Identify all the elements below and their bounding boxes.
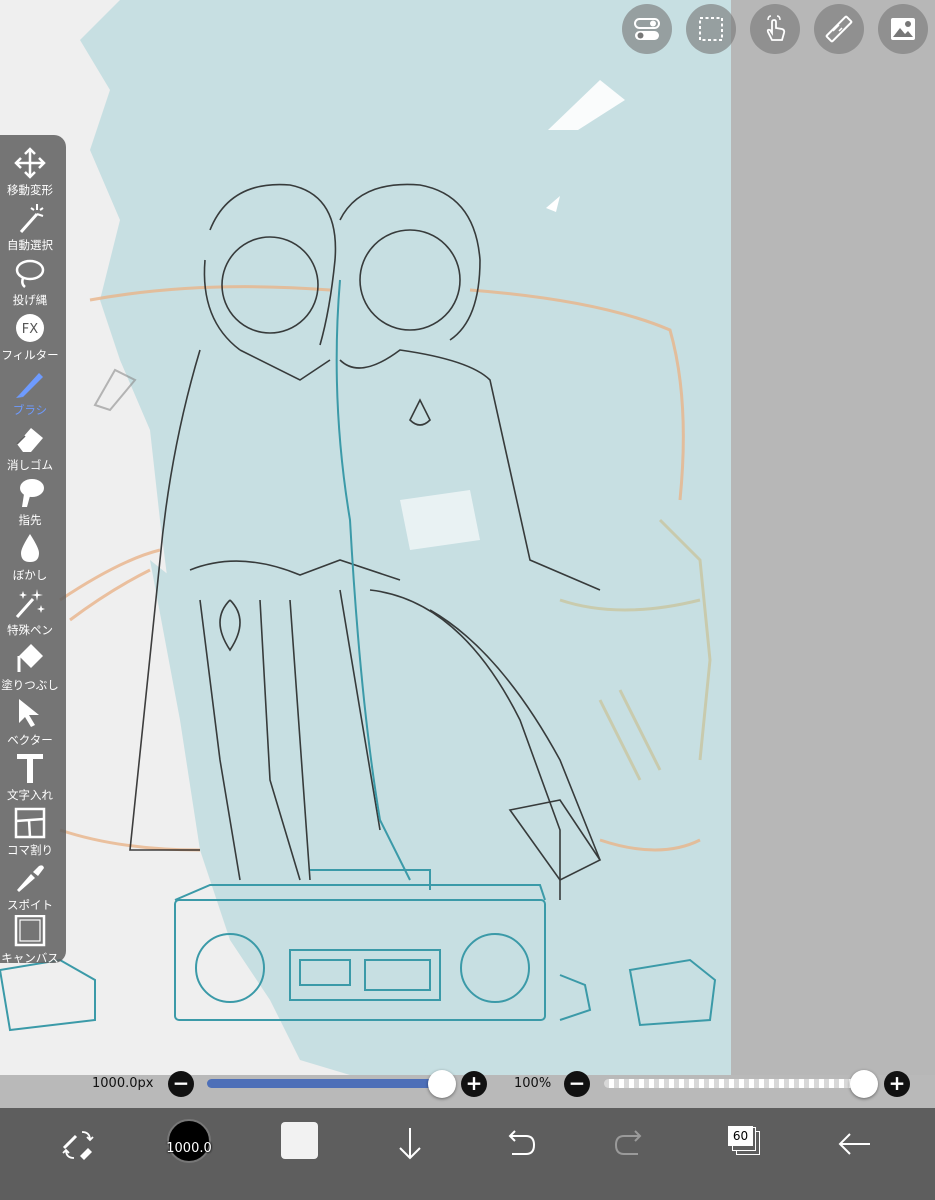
tool-eraser[interactable]: 消しゴム xyxy=(0,420,60,474)
tool-label: ベクター xyxy=(7,733,53,747)
touch-gesture-icon xyxy=(766,15,786,41)
frame-divide-icon xyxy=(14,807,46,839)
tool-special-pen[interactable]: 特殊ペン xyxy=(0,585,60,639)
tool-label: 投げ縄 xyxy=(12,293,48,307)
tool-blur[interactable]: ぼかし xyxy=(0,530,60,584)
canvas-icon xyxy=(14,915,46,947)
layer-count: 60 xyxy=(728,1126,753,1146)
opacity-label: 100% xyxy=(514,1076,552,1091)
redo-button[interactable] xyxy=(608,1122,652,1166)
tool-label: スポイト xyxy=(7,898,53,912)
tool-lasso[interactable]: 投げ縄 xyxy=(0,255,60,309)
touch-gesture-button[interactable] xyxy=(750,4,800,54)
magic-wand-icon xyxy=(19,204,44,233)
text-icon xyxy=(17,754,43,783)
eyedropper-icon xyxy=(17,865,44,892)
material-button[interactable] xyxy=(878,4,928,54)
tool-finger[interactable]: 指先 xyxy=(0,475,60,529)
tool-label: 消しゴム xyxy=(7,458,53,472)
vector-cursor-icon xyxy=(19,699,39,727)
tool-text[interactable]: 文字入れ xyxy=(0,750,60,804)
tool-move-transform[interactable]: 移動変形 xyxy=(0,145,60,199)
bottom-toolbar: 1000.0 60 xyxy=(0,1108,935,1200)
tool-eyedropper[interactable]: スポイト xyxy=(0,860,60,914)
brush-size-increase-button[interactable]: + xyxy=(461,1071,487,1097)
tool-label: コマ割り xyxy=(7,843,53,857)
opacity-knob[interactable] xyxy=(850,1070,878,1098)
tool-label: 塗りつぶし xyxy=(1,678,59,692)
back-button[interactable] xyxy=(832,1122,876,1166)
swap-brush-eraser-button[interactable] xyxy=(56,1122,100,1166)
svg-text:FX: FX xyxy=(22,322,38,337)
brush-size-decrease-button[interactable]: − xyxy=(168,1071,194,1097)
tool-label: 特殊ペン xyxy=(7,623,53,637)
drawing-canvas[interactable] xyxy=(0,0,731,1075)
tool-label: キャンバス xyxy=(1,951,59,965)
sketch-artwork xyxy=(0,0,731,1075)
brush-size-slider[interactable] xyxy=(207,1079,443,1088)
toggle-button[interactable] xyxy=(622,4,672,54)
special-pen-icon xyxy=(15,589,45,618)
tool-canvas[interactable]: キャンバス xyxy=(0,913,60,967)
brush-size-knob[interactable] xyxy=(428,1070,456,1098)
fill-bucket-icon xyxy=(17,644,43,672)
tool-label: 文字入れ xyxy=(7,788,53,802)
lasso-icon xyxy=(15,259,45,288)
fx-filter-icon: FX xyxy=(16,314,44,342)
opacity-increase-button[interactable]: + xyxy=(884,1071,910,1097)
tool-frame-divide[interactable]: コマ割り xyxy=(0,805,60,859)
blur-drop-icon xyxy=(21,534,39,562)
selection-icon xyxy=(699,17,723,41)
swap-tool-icon xyxy=(62,1131,94,1160)
tool-brush[interactable]: ブラシ xyxy=(0,365,60,419)
color-swatch[interactable] xyxy=(281,1122,318,1159)
eraser-icon xyxy=(16,428,43,452)
tool-label: 指先 xyxy=(18,513,42,527)
selection-button[interactable] xyxy=(686,4,736,54)
undo-button[interactable] xyxy=(498,1122,542,1166)
tool-label: 自動選択 xyxy=(7,238,53,252)
brush-size-label: 1000.0px xyxy=(92,1076,154,1091)
brush-size-value: 1000.0 xyxy=(166,1141,212,1156)
tool-label: 移動変形 xyxy=(7,183,53,197)
canvas-outside-area xyxy=(731,0,935,1075)
toggle-icon xyxy=(634,18,660,40)
tool-filter[interactable]: FX フィルター xyxy=(0,310,60,364)
tool-label: フィルター xyxy=(1,348,59,362)
material-icon xyxy=(891,18,915,40)
tool-vector[interactable]: ベクター xyxy=(0,695,60,749)
tool-magic-wand[interactable]: 自動選択 xyxy=(0,200,60,254)
finger-smudge-icon xyxy=(20,479,44,507)
arrow-down-icon xyxy=(399,1128,421,1160)
tool-label: ブラシ xyxy=(12,403,48,417)
layers-button[interactable]: 60 xyxy=(728,1123,760,1155)
layer-merge-down-button[interactable] xyxy=(388,1122,432,1166)
redo-icon xyxy=(614,1130,642,1155)
tool-label: ぼかし xyxy=(12,568,48,582)
tool-fill[interactable]: 塗りつぶし xyxy=(0,640,60,694)
undo-icon xyxy=(508,1130,536,1155)
opacity-slider[interactable] xyxy=(604,1079,866,1088)
tool-palette: 移動変形 自動選択 投げ縄 FX フィルター ブラシ 消しゴム 指先 ぼかし 特… xyxy=(0,135,66,965)
arrow-left-icon xyxy=(838,1133,870,1155)
brush-icon xyxy=(16,373,43,398)
ruler-button[interactable] xyxy=(814,4,864,54)
ruler-icon xyxy=(825,15,853,43)
move-transform-icon xyxy=(14,147,46,179)
opacity-decrease-button[interactable]: − xyxy=(564,1071,590,1097)
slider-row: 1000.0px − + 100% − + xyxy=(0,1066,935,1102)
